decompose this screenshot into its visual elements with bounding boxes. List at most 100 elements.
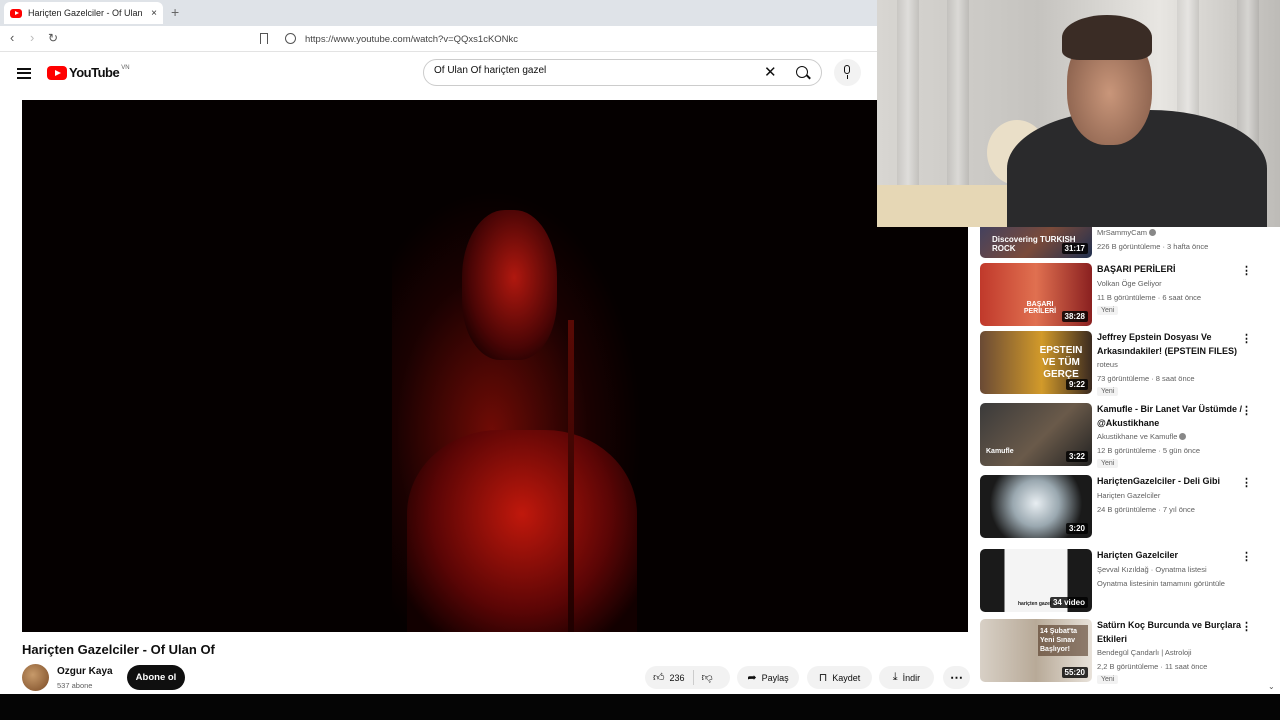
youtube-play-icon (47, 65, 67, 80)
channel-name[interactable]: Ozgur Kaya (57, 666, 113, 677)
video-title[interactable]: Kamufle - Bir Lanet Var Üstümde / @Akust… (1097, 403, 1252, 430)
playlist-video-count: 34 video (1049, 597, 1088, 608)
save-label: Kaydet (832, 672, 861, 683)
taskbar (0, 694, 1280, 720)
thumbnail-text: Kamufle (986, 448, 1014, 455)
verified-icon (1179, 433, 1187, 440)
channel-name[interactable]: Hariçten Gazelciler (1097, 491, 1160, 500)
thumbs-down-icon: 👎︎ (701, 672, 713, 684)
share-button[interactable]: ➦ Paylaş (737, 666, 799, 689)
forward-arrow-icon[interactable]: › (30, 31, 34, 45)
download-label: İndir (902, 672, 921, 683)
video-duration: 55:20 (1061, 667, 1088, 678)
back-arrow-icon[interactable]: ‹ (10, 31, 14, 45)
thumbs-up-icon: 👍︎ (653, 672, 665, 684)
search-icon[interactable] (796, 66, 808, 78)
channel-name[interactable]: Bendegül Çandarlı | Astroloji (1097, 648, 1192, 657)
more-options-icon[interactable]: ⋮ (1241, 476, 1252, 489)
menu-icon[interactable] (17, 68, 31, 79)
video-title[interactable]: HariçtenGazelciler - Deli Gibi (1097, 475, 1252, 489)
like-count: 236 (669, 672, 685, 683)
new-badge: Yeni (1097, 306, 1119, 315)
more-options-icon[interactable]: ⋮ (1241, 332, 1252, 345)
more-options-icon[interactable]: ⋮ (1241, 550, 1252, 563)
search-input[interactable] (434, 65, 754, 76)
thumbnail-text: BAŞARI PERİLERİ (1023, 301, 1057, 315)
new-badge: Yeni (1097, 675, 1119, 684)
new-badge: Yeni (1097, 459, 1119, 468)
video-title[interactable]: BAŞARI PERİLERİ (1097, 263, 1252, 277)
view-full-playlist-link[interactable]: Oynatma listesinin tamamını görüntüle (1097, 579, 1225, 588)
share-icon: ➦ (747, 672, 757, 684)
video-player[interactable] (22, 100, 968, 632)
video-thumbnail[interactable]: 3:20 (980, 475, 1092, 538)
playlist-thumbnail[interactable]: hariçten gazel 34 video (980, 549, 1092, 612)
channel-name[interactable]: Volkan Öge Geliyor (1097, 279, 1162, 288)
thumbnail-text: hariçten gazel (1018, 601, 1052, 607)
clear-search-icon[interactable]: ✕ (764, 65, 777, 80)
performer-body (407, 430, 637, 632)
channel-name[interactable]: Akustikhane ve Kamufle (1097, 432, 1187, 441)
more-options-icon[interactable]: ⋮ (1241, 404, 1252, 417)
video-thumbnail[interactable]: 14 Şubat'ta Yeni Sınav Başlıyor! 55:20 (980, 619, 1092, 682)
youtube-favicon-icon (10, 8, 22, 18)
download-icon: ⤓ (892, 671, 898, 683)
more-options-icon[interactable]: ⋮ (1241, 264, 1252, 277)
voice-search-button[interactable] (834, 59, 861, 86)
playlist-title[interactable]: Hariçten Gazelciler (1097, 549, 1252, 563)
thumbnail-text: 14 Şubat'ta Yeni Sınav Başlıyor! (1038, 625, 1088, 656)
channel-name[interactable]: MrSammyCam (1097, 228, 1156, 237)
microphone-stand (568, 320, 574, 632)
logo-text: YouTube (69, 65, 120, 80)
video-thumbnail[interactable]: BAŞARI PERİLERİ 38:28 (980, 263, 1092, 326)
reload-icon[interactable]: ↻ (48, 31, 58, 45)
bookmark-icon[interactable] (260, 33, 268, 44)
save-button[interactable]: ⊓ Kaydet (807, 666, 872, 689)
channel-name[interactable]: roteus (1097, 360, 1118, 369)
youtube-header: YouTube VN ✕ (0, 52, 877, 99)
subscribe-button[interactable]: Abone ol (127, 665, 185, 690)
new-badge: Yeni (1097, 387, 1119, 396)
thumbnail-text: EPSTEIN VE TÜM GERÇE (1039, 345, 1083, 380)
channel-label: MrSammyCam (1097, 228, 1147, 237)
scroll-down-icon[interactable]: ⌄ (1268, 682, 1275, 691)
video-thumbnail[interactable]: Discovering TURKISH ROCK 31:17 (980, 227, 1092, 258)
verified-icon (1149, 229, 1156, 236)
video-meta: 11 B görüntüleme · 6 saat önce (1097, 293, 1202, 302)
sofa (877, 185, 1027, 227)
channel-label: Akustikhane ve Kamufle (1097, 432, 1178, 441)
video-title[interactable]: Jeffrey Epstein Dosyası Ve Arkasındakile… (1097, 331, 1252, 358)
video-duration: 3:20 (1065, 523, 1088, 534)
like-button[interactable]: 👍︎ 236 (645, 670, 694, 685)
address-bar-row: ‹ › ↻ https://www.youtube.com/watch?v=QQ… (0, 26, 877, 52)
site-info-icon[interactable] (285, 33, 296, 44)
tab-close-icon[interactable]: × (151, 8, 157, 19)
more-options-icon[interactable]: ⋮ (1241, 620, 1252, 633)
tab-title: Hariçten Gazelciler - Of Ulan Of (28, 8, 146, 18)
streamer-hair (1062, 15, 1152, 60)
url-field[interactable]: https://www.youtube.com/watch?v=QQxs1cKO… (305, 34, 518, 45)
channel-name[interactable]: Şevval Kızıldağ · Oynatma listesi (1097, 565, 1207, 574)
video-meta: 226 B görüntüleme · 3 hafta önce (1097, 242, 1209, 251)
video-duration: 31:17 (1061, 243, 1088, 254)
video-title[interactable]: Satürn Koç Burcunda ve Burçlara Etkileri (1097, 619, 1252, 646)
dislike-button[interactable]: 👎︎ (694, 671, 721, 684)
webcam-overlay (877, 0, 1280, 227)
video-duration: 9:22 (1065, 379, 1088, 390)
share-label: Paylaş (761, 672, 789, 683)
video-meta: 73 görüntüleme · 8 saat önce (1097, 374, 1195, 383)
browser-tab-strip: Hariçten Gazelciler - Of Ulan Of × + (0, 0, 877, 26)
youtube-logo[interactable]: YouTube VN (47, 65, 130, 80)
download-button[interactable]: ⤓ İndir (879, 666, 934, 689)
video-meta: 2,2 B görüntüleme · 11 saat önce (1097, 662, 1208, 671)
bookmark-save-icon: ⊓ (818, 672, 828, 684)
video-thumbnail[interactable]: EPSTEIN VE TÜM GERÇE 9:22 (980, 331, 1092, 394)
microphone-icon (844, 65, 850, 74)
video-meta: 12 B görüntüleme · 5 gün önce (1097, 446, 1200, 455)
new-tab-button[interactable]: + (171, 5, 179, 19)
more-actions-button[interactable]: ⋯ (943, 666, 970, 689)
browser-tab[interactable]: Hariçten Gazelciler - Of Ulan Of × (4, 2, 163, 24)
video-thumbnail[interactable]: Kamufle 3:22 (980, 403, 1092, 466)
recommendations-list: Discovering TURKISH ROCK 31:17 MrSammyCa… (979, 227, 1280, 694)
channel-avatar[interactable] (22, 664, 49, 691)
